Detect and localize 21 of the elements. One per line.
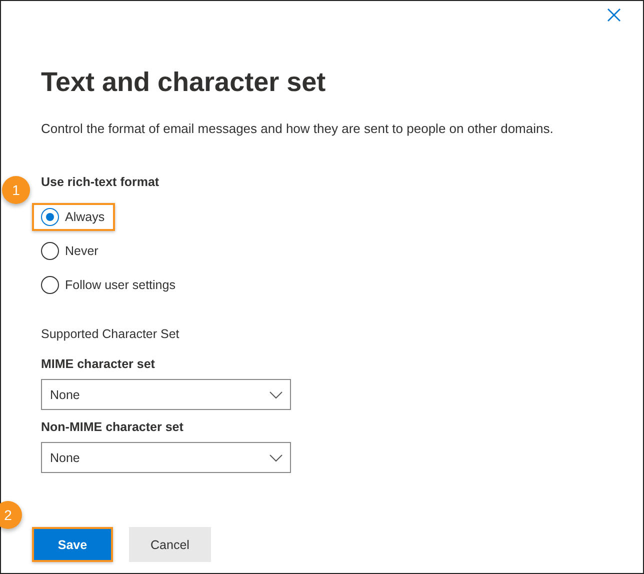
close-icon[interactable] (607, 8, 621, 22)
radio-button[interactable] (41, 242, 59, 260)
section-heading: Supported Character Set (41, 327, 180, 343)
step-number-badge: 1 (2, 176, 30, 204)
chevron-down-icon (269, 454, 283, 462)
group-label: Use rich-text format (41, 175, 160, 191)
radio-option[interactable]: Never (32, 237, 108, 265)
cancel-button[interactable]: Cancel (129, 527, 211, 562)
radio-option[interactable]: Follow user settings (32, 271, 186, 299)
dialog-title: Text and character set (41, 66, 327, 99)
dropdown-field[interactable]: None (41, 442, 291, 473)
chevron-down-icon (269, 390, 283, 398)
field-label: Non-MIME character set (41, 420, 184, 436)
step-number-badge: 2 (0, 501, 22, 529)
radio-button[interactable] (41, 276, 59, 294)
description-text: Control the format of email messages and how they are sent to people on other domains. (41, 121, 554, 138)
save-button[interactable]: Save (32, 527, 113, 562)
radio-option[interactable]: Always (32, 203, 115, 231)
dropdown-field[interactable]: None (41, 379, 291, 410)
field-label: MIME character set (41, 357, 156, 373)
radio-button[interactable] (41, 208, 59, 226)
